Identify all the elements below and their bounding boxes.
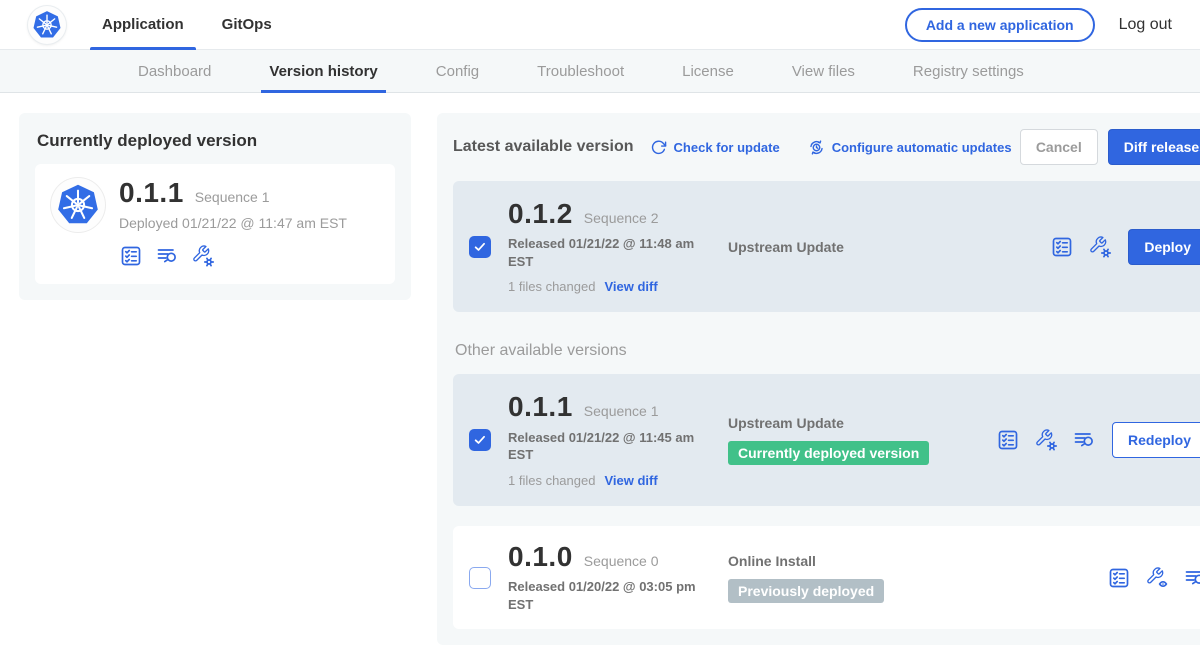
app-sub-nav: Dashboard Version history Config Trouble… xyxy=(0,50,1200,93)
released-line1: Released 01/21/22 @ 11:48 am xyxy=(508,235,728,253)
refresh-icon xyxy=(650,139,667,156)
view-files-magnifier-icon[interactable] xyxy=(155,244,179,268)
subnav-item-license[interactable]: License xyxy=(682,50,734,92)
top-nav-tabs: Application GitOps xyxy=(102,0,272,50)
subnav-item-troubleshoot[interactable]: Troubleshoot xyxy=(537,50,624,92)
logout-button[interactable]: Log out xyxy=(1119,16,1172,34)
released-line2: EST xyxy=(508,253,728,271)
released-line2: EST xyxy=(508,446,728,464)
app-logo-icon xyxy=(51,178,105,232)
check-for-update-link[interactable]: Check for update xyxy=(650,139,780,156)
version-source-label: Upstream Update xyxy=(728,239,996,255)
view-diff-link[interactable]: View diff xyxy=(604,473,657,488)
currently-deployed-badge: Currently deployed version xyxy=(728,441,929,465)
redeploy-button[interactable]: Redeploy xyxy=(1112,422,1200,458)
version-checkbox[interactable] xyxy=(469,236,491,258)
view-files-magnifier-icon[interactable] xyxy=(1072,428,1096,452)
configure-automatic-updates-link[interactable]: Configure automatic updates xyxy=(808,139,1012,156)
released-line1: Released 01/21/22 @ 11:45 am xyxy=(508,429,728,447)
available-versions-panel: Latest available version Check for updat… xyxy=(437,113,1200,645)
version-source-label: Upstream Update xyxy=(728,415,996,431)
files-changed-label: 1 files changed xyxy=(508,473,595,488)
preflight-checklist-icon[interactable] xyxy=(119,244,143,268)
view-config-wrench-eye-icon[interactable] xyxy=(1145,566,1169,590)
released-timestamp: Released 01/20/22 @ 03:05 pm EST xyxy=(508,578,728,613)
deployed-sequence-label: Sequence 1 xyxy=(195,189,270,205)
preflight-checklist-icon[interactable] xyxy=(1050,235,1074,259)
version-checkbox[interactable] xyxy=(469,567,491,589)
other-available-versions-title: Other available versions xyxy=(455,342,1200,360)
configure-automatic-updates-label: Configure automatic updates xyxy=(832,140,1012,155)
version-checkbox[interactable] xyxy=(469,429,491,451)
deployed-timestamp: Deployed 01/21/22 @ 11:47 am EST xyxy=(119,215,347,231)
released-timestamp: Released 01/21/22 @ 11:48 am EST xyxy=(508,235,728,270)
currently-deployed-card: Currently deployed version 0.1.1 Sequenc… xyxy=(19,113,411,300)
sequence-label: Sequence 0 xyxy=(584,553,659,569)
preflight-checklist-icon[interactable] xyxy=(996,428,1020,452)
version-number: 0.1.0 xyxy=(508,542,573,571)
view-diff-link[interactable]: View diff xyxy=(604,279,657,294)
edit-config-wrench-gear-icon[interactable] xyxy=(1088,235,1112,259)
version-row-0-1-2: 0.1.2 Sequence 2 Released 01/21/22 @ 11:… xyxy=(453,181,1200,312)
view-files-magnifier-icon[interactable] xyxy=(1183,566,1200,590)
sequence-label: Sequence 1 xyxy=(584,403,659,419)
clock-refresh-icon xyxy=(808,139,825,156)
subnav-item-version-history[interactable]: Version history xyxy=(269,50,377,92)
subnav-item-view-files[interactable]: View files xyxy=(792,50,855,92)
released-line2: EST xyxy=(508,596,728,614)
diff-releases-button[interactable]: Diff releases xyxy=(1108,129,1200,165)
tab-application[interactable]: Application xyxy=(102,0,184,50)
kubernetes-logo-icon xyxy=(28,6,66,44)
subnav-item-registry-settings[interactable]: Registry settings xyxy=(913,50,1024,92)
sequence-label: Sequence 2 xyxy=(584,210,659,226)
subnav-item-dashboard[interactable]: Dashboard xyxy=(138,50,211,92)
cancel-button[interactable]: Cancel xyxy=(1020,129,1098,165)
edit-config-wrench-gear-icon[interactable] xyxy=(191,244,215,268)
currently-deployed-title: Currently deployed version xyxy=(37,131,395,151)
version-source-label: Online Install xyxy=(728,553,996,569)
previously-deployed-badge: Previously deployed xyxy=(728,579,884,603)
deployed-version-number: 0.1.1 xyxy=(119,178,184,207)
released-line1: Released 01/20/22 @ 03:05 pm xyxy=(508,578,728,596)
files-changed-label: 1 files changed xyxy=(508,279,595,294)
released-timestamp: Released 01/21/22 @ 11:45 am EST xyxy=(508,429,728,464)
tab-gitops[interactable]: GitOps xyxy=(222,0,272,50)
deploy-button[interactable]: Deploy xyxy=(1128,229,1200,265)
preflight-checklist-icon[interactable] xyxy=(1107,566,1131,590)
version-row-0-1-0: 0.1.0 Sequence 0 Released 01/20/22 @ 03:… xyxy=(453,526,1200,629)
add-new-application-button[interactable]: Add a new application xyxy=(905,8,1095,42)
edit-config-wrench-gear-icon[interactable] xyxy=(1034,428,1058,452)
check-for-update-label: Check for update xyxy=(674,140,780,155)
top-nav: Application GitOps Add a new application… xyxy=(0,0,1200,50)
version-number: 0.1.2 xyxy=(508,199,573,228)
version-row-0-1-1: 0.1.1 Sequence 1 Released 01/21/22 @ 11:… xyxy=(453,374,1200,505)
latest-available-title: Latest available version xyxy=(453,138,634,156)
subnav-item-config[interactable]: Config xyxy=(436,50,479,92)
version-number: 0.1.1 xyxy=(508,392,573,421)
deployed-version-card: 0.1.1 Sequence 1 Deployed 01/21/22 @ 11:… xyxy=(35,164,395,284)
